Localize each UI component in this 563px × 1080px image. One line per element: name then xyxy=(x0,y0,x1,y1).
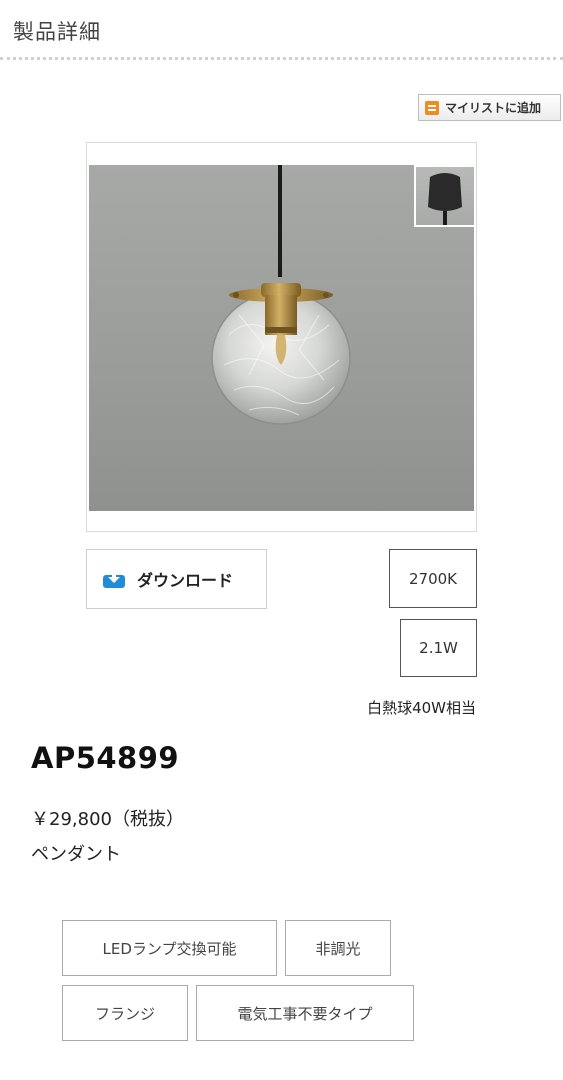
product-code: AP54899 xyxy=(31,741,180,775)
product-price: ￥29,800（税抜） xyxy=(31,809,184,830)
feature-tag: フランジ xyxy=(62,985,188,1041)
list-icon xyxy=(425,100,439,115)
feature-tag: 電気工事不要タイプ xyxy=(196,985,414,1041)
page-header: 製品詳細 xyxy=(0,0,563,60)
ceiling-canopy-image xyxy=(428,173,462,225)
download-icon xyxy=(103,570,125,588)
feature-tag: 非調光 xyxy=(285,920,391,976)
download-button[interactable]: ダウンロード xyxy=(86,549,267,609)
product-photo[interactable] xyxy=(89,165,474,511)
add-to-mylist-label: マイリストに追加 xyxy=(445,101,542,115)
wattage-badge: 2.1W xyxy=(400,619,477,677)
product-detail-page: 製品詳細 マイリストに追加 ダウンロード 2700K 2.1W 白熱球40W相当… xyxy=(0,0,563,1080)
feature-tag: LEDランプ交換可能 xyxy=(62,920,277,976)
page-title: 製品詳細 xyxy=(13,20,101,44)
download-label: ダウンロード xyxy=(137,571,234,590)
add-to-mylist-button[interactable]: マイリストに追加 xyxy=(418,94,561,121)
canopy-thumbnail[interactable] xyxy=(414,165,474,227)
color-temperature-badge: 2700K xyxy=(389,549,477,608)
product-category: ペンダント xyxy=(31,844,121,865)
product-image-frame xyxy=(86,142,477,532)
equivalent-text: 白熱球40W相当 xyxy=(367,699,476,717)
